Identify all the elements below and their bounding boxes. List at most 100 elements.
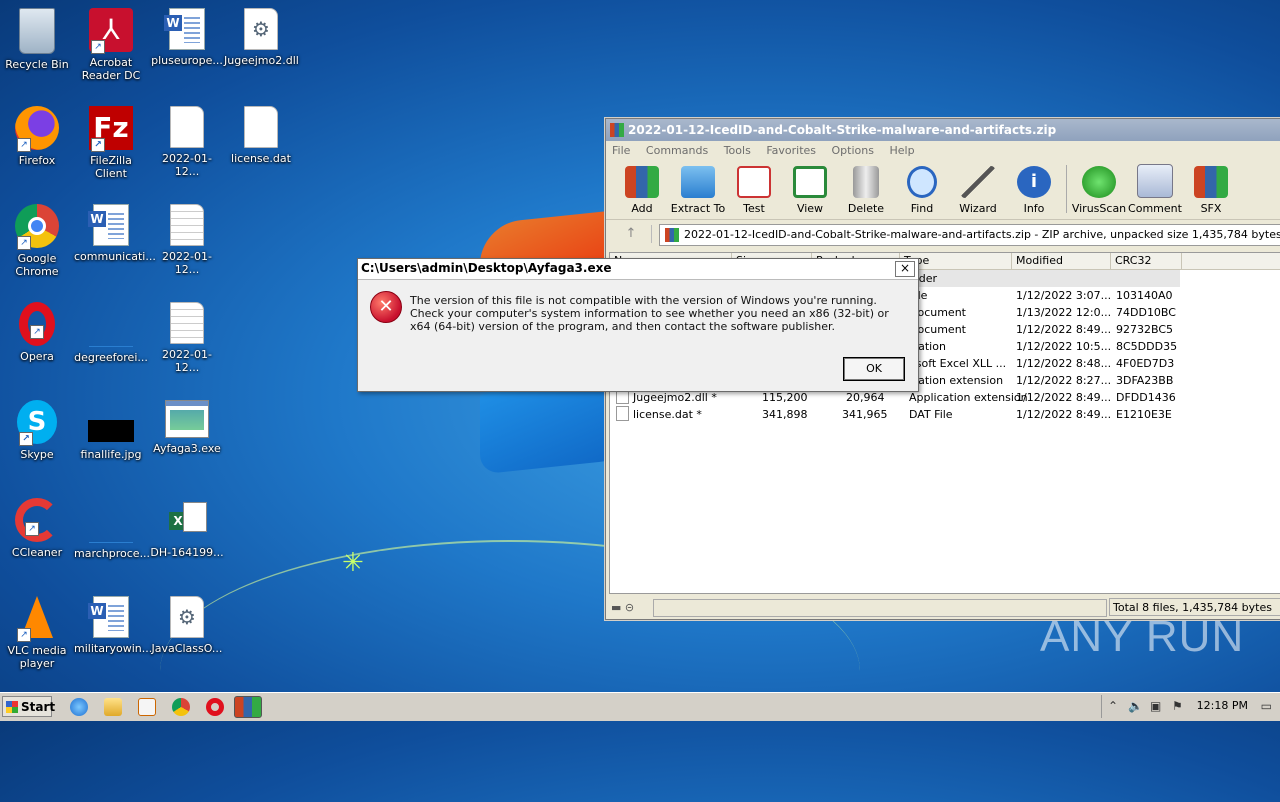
toolbar-virusscan-button[interactable]: VirusScan <box>1071 166 1127 219</box>
archive-path-text: 2022-01-12-IcedID-and-Cobalt-Strike-malw… <box>684 228 1280 241</box>
desktop-icon-dh-164199[interactable]: X DH-164199... <box>150 498 224 559</box>
archive-path-field[interactable]: 2022-01-12-IcedID-and-Cobalt-Strike-malw… <box>659 224 1280 246</box>
flag-icon[interactable]: ⚑ <box>1172 699 1183 713</box>
sfx-box-icon <box>1194 166 1228 198</box>
status-middle-panel <box>653 599 1107 617</box>
toolbar-info-button[interactable]: i Info <box>1006 166 1062 219</box>
desktop-icon-filezilla[interactable]: Fz ↗ FileZilla Client <box>74 106 148 180</box>
desktop-icon-label: marchproce... <box>74 547 151 560</box>
magnifier-icon <box>907 166 937 198</box>
close-button[interactable]: × <box>895 261 915 277</box>
menu-help[interactable]: Help <box>889 144 914 157</box>
desktop-icon-file-2022-b[interactable]: 2022-01-12... <box>150 204 224 276</box>
error-dialog-title-bar[interactable]: C:\Users\admin\Desktop\Ayfaga3.exe × <box>358 259 918 280</box>
status-total: Total 8 files, 1,435,784 bytes <box>1109 598 1280 616</box>
toolbar-sfx-button[interactable]: SFX <box>1183 166 1239 219</box>
desktop-icon-communication[interactable]: W communicati... <box>74 204 156 263</box>
winrar-path-bar: ↑ 2022-01-12-IcedID-and-Cobalt-Strike-ma… <box>609 223 1280 246</box>
firefox-icon: ↗ <box>15 106 59 152</box>
error-dialog-title: C:\Users\admin\Desktop\Ayfaga3.exe <box>361 261 612 275</box>
toolbar-add-button[interactable]: Add <box>614 166 670 219</box>
winrar-taskbar-button[interactable] <box>234 696 262 718</box>
filezilla-icon: Fz ↗ <box>89 106 133 152</box>
word-document-icon: W <box>88 204 129 246</box>
desktop-icon-acrobat[interactable]: ⅄ ↗ Acrobat Reader DC <box>74 8 148 82</box>
menu-commands[interactable]: Commands <box>646 144 708 157</box>
file-icon <box>170 106 204 148</box>
desktop-icon-degreeforei[interactable]: degreeforei... <box>74 302 148 364</box>
toolbar-comment-button[interactable]: Comment <box>1127 164 1183 219</box>
desktop-icon-skype[interactable]: S ↗ Skype <box>0 400 74 461</box>
word-document-icon: W <box>88 596 129 638</box>
dll-gear-icon: ⚙ <box>170 596 204 638</box>
desktop-icon-file-2022-c[interactable]: 2022-01-12... <box>150 302 224 374</box>
ok-button[interactable]: OK <box>843 357 905 381</box>
desktop-icon-opera[interactable]: ↗ Opera <box>0 302 74 363</box>
desktop-icon-militaryowin[interactable]: W militaryowin... <box>74 596 153 655</box>
desktop-icon-recycle-bin[interactable]: Recycle Bin <box>0 8 74 71</box>
menu-tools[interactable]: Tools <box>724 144 751 157</box>
tray-expand-icon[interactable]: ⌃ <box>1108 699 1118 713</box>
desktop-icon-label: 2022-01-12... <box>162 152 212 178</box>
toolbar-view-button[interactable]: View <box>782 166 838 219</box>
dll-gear-icon: ⚙ <box>244 8 278 50</box>
taskbar: Start ⌃ 🔈 ▣ ⚑ 12:18 PM ▭ <box>0 692 1280 721</box>
ccleaner-icon: ↗ <box>15 498 59 542</box>
windows-logo-icon <box>6 701 18 713</box>
explorer-folder-icon[interactable] <box>104 698 122 716</box>
add-icon <box>625 166 659 198</box>
desktop-icon-label: militaryowin... <box>74 642 153 655</box>
system-tray: ⌃ 🔈 ▣ ⚑ 12:18 PM ▭ <box>1101 695 1280 718</box>
desktop-icon-pluseurope[interactable]: W pluseurope... <box>150 8 224 67</box>
error-dialog[interactable]: C:\Users\admin\Desktop\Ayfaga3.exe × ✕ T… <box>357 258 919 392</box>
drive-key-icon[interactable]: ▬ ⊝ <box>611 599 649 615</box>
desktop-icon-label: Opera <box>20 350 54 363</box>
desktop-icon-ayfaga3[interactable]: Ayfaga3.exe <box>150 400 224 455</box>
media-player-icon[interactable] <box>138 698 156 716</box>
image-thumbnail-icon <box>88 420 134 442</box>
clock[interactable]: 12:18 PM <box>1197 699 1248 712</box>
folder-icon <box>681 166 715 198</box>
desktop-icon-marchproce[interactable]: marchproce... <box>74 498 151 560</box>
start-button[interactable]: Start <box>2 696 55 717</box>
toolbar-delete-button[interactable]: Delete <box>838 166 894 219</box>
desktop-icon-license-dat[interactable]: license.dat <box>224 106 298 165</box>
opera-taskbar-icon[interactable] <box>206 698 224 716</box>
menu-favorites[interactable]: Favorites <box>766 144 816 157</box>
network-icon[interactable]: ▣ <box>1150 699 1161 713</box>
up-arrow-icon[interactable]: ↑ <box>611 225 652 243</box>
winrar-title-bar[interactable]: 2022-01-12-IcedID-and-Cobalt-Strike-malw… <box>606 119 1280 141</box>
archive-icon <box>665 228 679 242</box>
desktop-icon-finallife[interactable]: finallife.jpg <box>74 400 148 461</box>
chrome-taskbar-icon[interactable] <box>172 698 190 716</box>
blank-file-icon <box>89 498 133 543</box>
desktop-icon-javaclass[interactable]: ⚙ JavaClassO... <box>150 596 224 655</box>
toolbar-extract-to-button[interactable]: Extract To <box>670 166 726 219</box>
desktop-icon-chrome[interactable]: ↗ Google Chrome <box>0 204 74 278</box>
column-crc32[interactable]: CRC32 <box>1111 253 1182 269</box>
desktop-icon-label: Skype <box>20 448 54 461</box>
toolbar-test-button[interactable]: Test <box>726 166 782 219</box>
error-message: The version of this file is not compatib… <box>410 294 889 333</box>
menu-file[interactable]: File <box>612 144 630 157</box>
desktop-icon-vlc[interactable]: ↗ VLC media player <box>0 596 74 670</box>
desktop-icon-label: JavaClassO... <box>151 642 223 655</box>
table-row[interactable]: license.dat * 341,898 341,965 DAT File 1… <box>610 406 1280 423</box>
volume-icon[interactable]: 🔈 <box>1128 699 1143 713</box>
show-desktop-icon[interactable]: ▭ <box>1261 699 1272 713</box>
desktop-icon-label: Ayfaga3.exe <box>153 442 221 455</box>
desktop-icon-firefox[interactable]: ↗ Firefox <box>0 106 74 167</box>
desktop-icon-file-2022-a[interactable]: 2022-01-12... <box>150 106 224 178</box>
desktop-icon-ccleaner[interactable]: ↗ CCleaner <box>0 498 74 559</box>
column-modified[interactable]: Modified <box>1012 253 1111 269</box>
toolbar-wizard-button[interactable]: Wizard <box>950 166 1006 219</box>
desktop-icon-jugeejmo2-dll[interactable]: ⚙ Jugeejmo2.dll <box>224 8 299 67</box>
internet-explorer-icon[interactable] <box>70 698 88 716</box>
desktop-icon-label: 2022-01-12... <box>162 250 212 276</box>
desktop-icon-label: finallife.jpg <box>80 448 142 461</box>
toolbar-find-button[interactable]: Find <box>894 166 950 219</box>
skype-icon: S ↗ <box>17 400 57 446</box>
menu-options[interactable]: Options <box>832 144 874 157</box>
word-document-icon: W <box>164 8 205 50</box>
desktop-icon-label: 2022-01-12... <box>162 348 212 374</box>
